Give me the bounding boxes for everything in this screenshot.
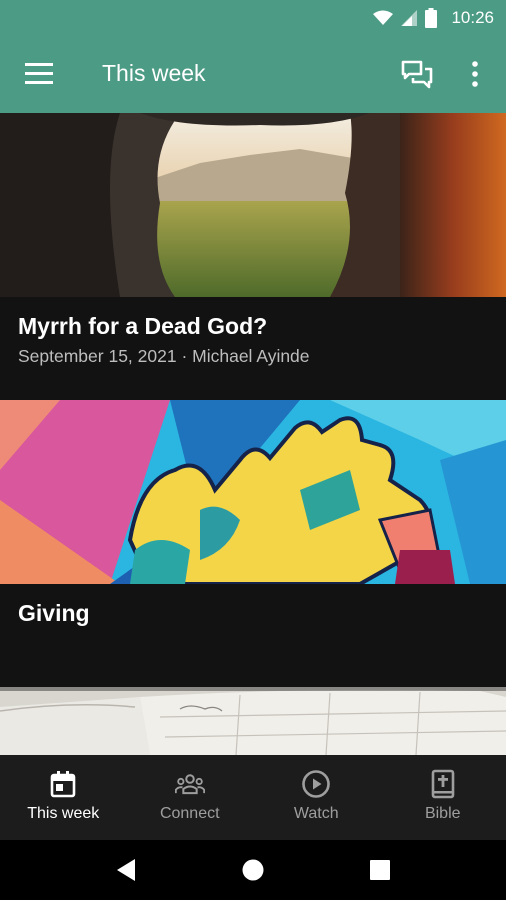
bottom-navigation: This week Connect Watch Bible [0, 755, 506, 840]
card-meta: September 15, 2021 · Michael Ayinde [18, 346, 310, 366]
feed-card-calendar[interactable] [0, 687, 506, 755]
people-icon [174, 774, 205, 795]
status-bar: 10:26 [0, 0, 506, 36]
card-title: Myrrh for a Dead God? [18, 313, 268, 339]
back-icon[interactable] [115, 858, 137, 882]
planner-image [0, 687, 506, 755]
hand-mural-image [0, 400, 506, 584]
cave-landscape-image [0, 113, 506, 297]
feed-card-myrrh[interactable]: Myrrh for a Dead God? September 15, 2021… [0, 113, 506, 400]
app-bar: This week [0, 36, 506, 113]
page-title: This week [102, 60, 206, 86]
play-circle-icon [302, 770, 331, 798]
nav-this-week[interactable]: This week [0, 755, 127, 840]
recents-icon[interactable] [370, 860, 390, 880]
chat-icon[interactable] [401, 60, 433, 90]
nav-bible[interactable]: Bible [380, 755, 506, 840]
nav-label: Bible [424, 805, 461, 822]
bible-icon [431, 769, 455, 799]
nav-label: Watch [293, 805, 339, 822]
battery-icon [425, 8, 438, 28]
nav-connect[interactable]: Connect [127, 755, 254, 840]
card-title: Giving [18, 600, 90, 626]
clock: 10:26 [451, 8, 494, 27]
hamburger-menu-icon[interactable] [25, 63, 53, 85]
nav-label: Connect [159, 805, 220, 822]
feed-card-giving[interactable]: Giving [0, 400, 506, 687]
nav-label: This week [27, 805, 100, 822]
calendar-icon [50, 771, 76, 798]
feed-list: Myrrh for a Dead God? September 15, 2021… [0, 113, 506, 755]
more-vert-icon[interactable] [468, 61, 482, 87]
nav-watch[interactable]: Watch [253, 755, 380, 840]
cell-signal-icon [401, 10, 418, 26]
system-navigation-bar [0, 840, 506, 900]
wifi-icon [373, 10, 394, 25]
home-icon[interactable] [242, 859, 264, 881]
